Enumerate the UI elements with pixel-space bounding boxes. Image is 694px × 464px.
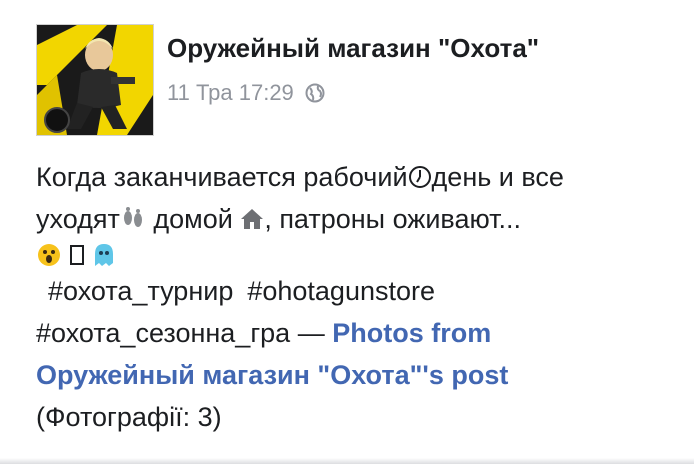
post-line-1: Когда заканчивается рабочий день и все [36, 156, 676, 198]
post-line-hashtags-2: #охота_сезонна_гра — Photos from [36, 312, 676, 354]
post-text: день и все [431, 162, 564, 192]
post-line-2: уходят домой , патроны оживают... [36, 198, 676, 240]
post-line-emoji [36, 240, 676, 270]
post-line-link: Оружейный магазин "Охота"'s post [36, 354, 676, 396]
ghost-icon [92, 242, 116, 268]
box-glyph-icon [70, 245, 84, 265]
hashtag-link[interactable]: #охота_турнир [48, 270, 233, 312]
post-line-hashtags-1: #охота_турнир #ohotagunstore [36, 270, 676, 312]
post-text: домой [145, 204, 241, 234]
hashtag-link[interactable]: #охота_сезонна_гра [36, 312, 290, 354]
page-avatar[interactable] [36, 24, 154, 136]
page-name-link[interactable]: Оружейный магазин "Охота" [167, 33, 539, 64]
scared-face-icon [36, 242, 62, 268]
post-meta: 11 Тра 17:29 [167, 80, 326, 106]
avatar-image [37, 25, 153, 135]
photos-link-continued[interactable]: Оружейный магазин "Охота"'s post [36, 354, 508, 396]
bottom-divider [0, 458, 694, 464]
hashtag-link[interactable]: #ohotagunstore [247, 270, 435, 312]
post-text: Когда заканчивается рабочий [36, 162, 408, 192]
post-text: — [290, 318, 333, 348]
globe-icon[interactable] [304, 82, 326, 104]
clock-icon [408, 165, 432, 189]
house-icon [240, 208, 264, 230]
post-text: , патроны оживают... [264, 204, 522, 234]
post-body: Когда заканчивается рабочий день и все у… [36, 156, 676, 438]
footprints-icon [120, 206, 146, 232]
post-text: уходят [36, 204, 120, 234]
photos-link[interactable]: Photos from [332, 312, 491, 354]
post-line-photo-count: (Фотографії: 3) [36, 396, 676, 438]
photo-count: (Фотографії: 3) [36, 402, 222, 432]
post-timestamp[interactable]: 11 Тра 17:29 [167, 80, 294, 106]
